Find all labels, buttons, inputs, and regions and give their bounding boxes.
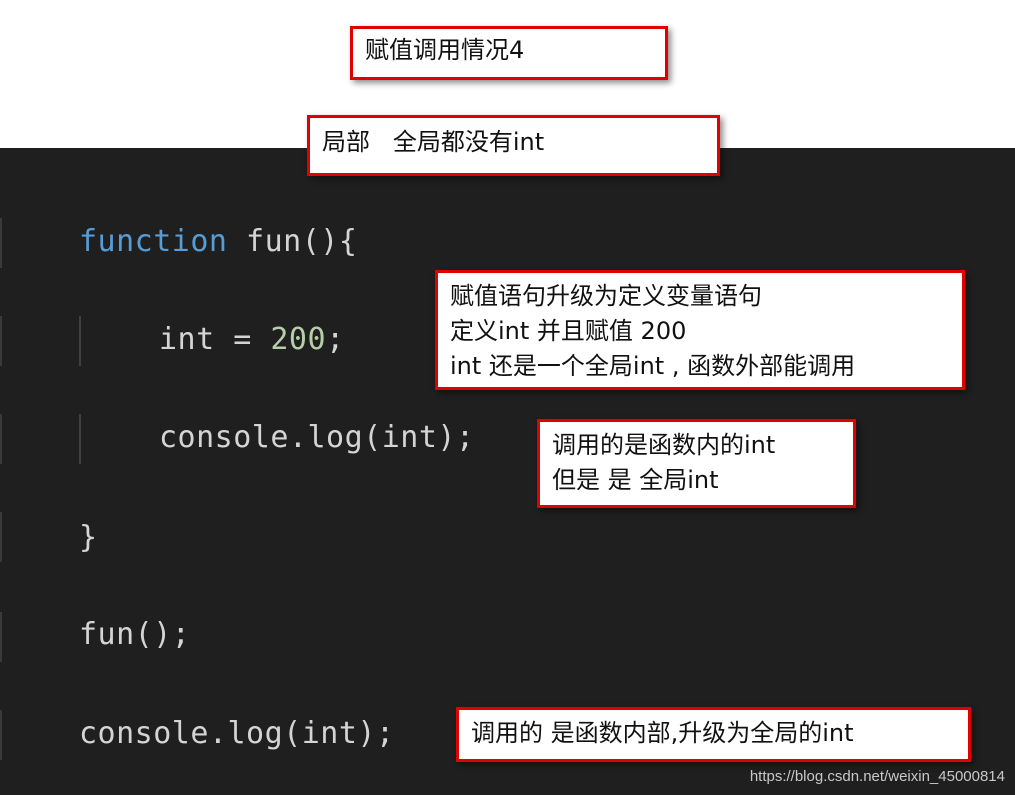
title-box: 赋值调用情况4 bbox=[350, 26, 668, 80]
gutter-mark bbox=[0, 414, 2, 464]
assignment-target: int = bbox=[159, 322, 271, 357]
code-line-closing-brace: } bbox=[79, 520, 98, 555]
gutter-mark bbox=[0, 710, 2, 760]
annotation-line: 定义int 并且赋值 200 bbox=[450, 317, 687, 345]
indent-guide bbox=[79, 316, 81, 366]
annotation-outer-log: 调用的 是函数内部,升级为全局的int bbox=[456, 707, 971, 762]
code-line-inner-log: console.log(int); bbox=[159, 420, 475, 455]
annotation-assign-upgrade: 赋值语句升级为定义变量语句 定义int 并且赋值 200 int 还是一个全局i… bbox=[435, 270, 965, 390]
number-literal: 200 bbox=[270, 322, 327, 357]
gutter-mark bbox=[0, 316, 2, 366]
gutter-mark bbox=[0, 612, 2, 662]
subtitle-text: 局部 全局都没有int bbox=[322, 128, 545, 156]
annotation-line: 但是 是 全局int bbox=[552, 466, 719, 494]
statement-end: ; bbox=[326, 322, 345, 357]
annotation-line: 调用的 是函数内部,升级为全局的int bbox=[471, 719, 854, 747]
annotation-line: int 还是一个全局int , 函数外部能调用 bbox=[450, 352, 856, 380]
code-line-assignment: int = 200; bbox=[159, 322, 345, 358]
annotation-line: 调用的是函数内的int bbox=[552, 431, 776, 459]
subtitle-box: 局部 全局都没有int bbox=[307, 115, 720, 176]
code-line-outer-log: console.log(int); bbox=[79, 716, 395, 751]
gutter-mark bbox=[0, 512, 2, 562]
code-line-function-call: fun(); bbox=[79, 617, 191, 652]
function-signature: fun(){ bbox=[227, 224, 358, 259]
annotation-line: 赋值语句升级为定义变量语句 bbox=[450, 282, 762, 310]
gutter-mark bbox=[0, 218, 2, 268]
keyword-function: function bbox=[79, 224, 228, 259]
annotation-inner-log: 调用的是函数内的int 但是 是 全局int bbox=[537, 419, 856, 508]
title-text: 赋值调用情况4 bbox=[365, 36, 525, 64]
indent-guide bbox=[79, 414, 81, 464]
watermark-url: https://blog.csdn.net/weixin_45000814 bbox=[749, 768, 1005, 785]
code-line-function-declaration: function fun(){ bbox=[79, 224, 357, 260]
